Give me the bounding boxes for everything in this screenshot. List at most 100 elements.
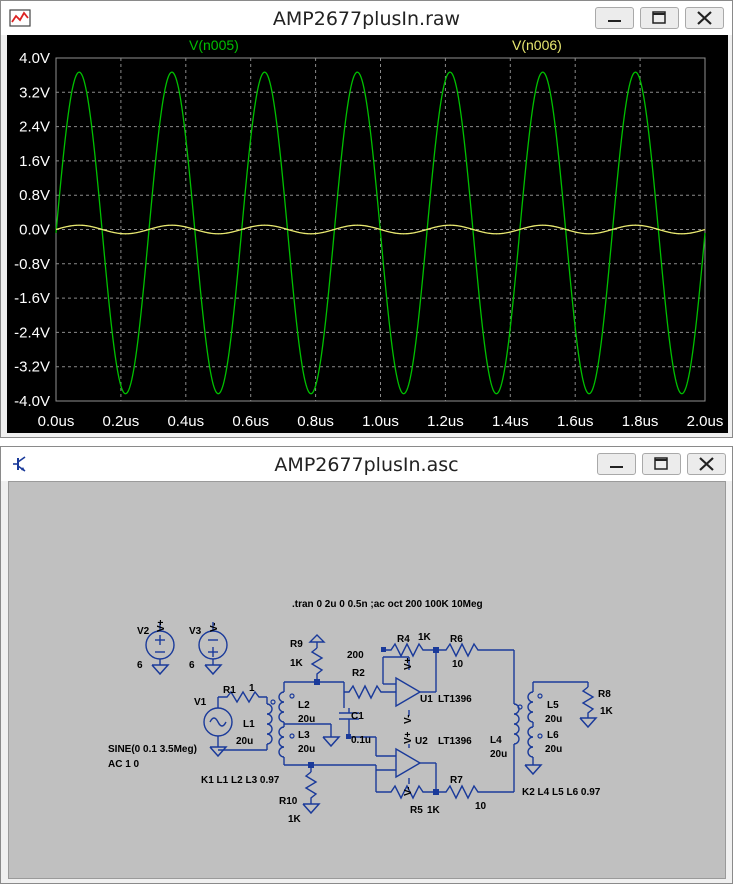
x-tick-label: 0.0us [38, 413, 75, 430]
sim-directive[interactable]: .tran 0 2u 0 0.5n ;ac oct 200 100K 10Meg [292, 599, 483, 610]
x-tick-label: 0.6us [232, 413, 269, 430]
plot-pane[interactable]: 0.0us 0.2us 0.4us 0.6us 0.8us 1.0us 1.2us 1.4us… [7, 35, 728, 433]
y-tick-label: -2.4V [14, 324, 50, 341]
y-tick-label: -0.8V [14, 256, 50, 273]
waveform-chart[interactable]: 0.0us 0.2us 0.4us 0.6us 0.8us 1.0us 1.2us 1.4us… [7, 35, 728, 433]
waveform-window[interactable]: AMP2677plusIn.raw 0.0us 0.2us 0.4us 0.6us 0.… [0, 0, 733, 438]
label-u2-model: LT1396 [438, 736, 472, 747]
label-l2-value: 20u [298, 714, 315, 725]
label-l4-value: 20u [490, 749, 507, 760]
y-tick-label: -3.2V [14, 359, 50, 376]
label-c1: C1 [351, 711, 364, 722]
r7-resistor[interactable] [436, 784, 514, 800]
maximize-icon [652, 11, 666, 24]
schematic-canvas[interactable]: .tran 0 2u 0 0.5n ;ac oct 200 100K 10Meg… [8, 481, 726, 879]
label-v3-value: 6 [189, 660, 195, 671]
y-tick-label: 2.4V [19, 119, 50, 136]
x-tick-label: 2.0us [687, 413, 724, 430]
y-tick-label: 0.8V [19, 187, 50, 204]
y-tick-label: 1.6V [19, 153, 50, 170]
label-l6: L6 [547, 730, 559, 741]
r4-resistor[interactable] [383, 642, 436, 658]
label-u1-vplus: V+ [403, 657, 414, 670]
label-u2: U2 [415, 736, 428, 747]
label-v1: V1 [194, 697, 207, 708]
label-r5: R5 [410, 805, 423, 816]
maximize-icon [654, 457, 668, 470]
close-icon [699, 457, 714, 471]
close-icon [697, 11, 712, 25]
label-v3-vminus: V- [209, 623, 220, 632]
label-u2-vminus: V- [403, 787, 414, 796]
label-r1: R1 [223, 685, 236, 696]
label-r5-value: 1K [427, 805, 441, 816]
r2-resistor[interactable] [344, 684, 396, 700]
label-r2: R2 [352, 668, 365, 679]
label-v2-value: 6 [137, 660, 143, 671]
label-ac-spec: AC 1 0 [108, 759, 140, 770]
label-l1-value: 20u [236, 736, 253, 747]
label-sine-spec: SINE(0 0.1 3.5Meg) [108, 744, 197, 755]
y-tick-label: -1.6V [14, 290, 50, 307]
x-tick-label: 1.2us [427, 413, 464, 430]
label-l2: L2 [298, 700, 310, 711]
l4-inductor[interactable] [513, 650, 520, 792]
y-tick-label: -4.0V [14, 393, 50, 410]
label-u1: U1 [420, 694, 433, 705]
r10-resistor[interactable] [302, 765, 320, 814]
label-r4-value: 1K [418, 632, 432, 643]
label-r7-value: 10 [475, 801, 487, 812]
label-u1-model: LT1396 [438, 694, 472, 705]
x-tick-label: 1.6us [557, 413, 594, 430]
maximize-button[interactable] [642, 453, 681, 475]
minimize-button[interactable] [595, 7, 634, 29]
schematic-window[interactable]: AMP2677plusIn.asc .tran 0 2u 0 0.5n ;ac … [0, 446, 733, 884]
r6-resistor[interactable] [436, 642, 514, 658]
label-r8-value: 1K [600, 706, 614, 717]
x-tick-label: 1.4us [492, 413, 529, 430]
x-tick-label: 0.8us [297, 413, 334, 430]
y-tick-label: 4.0V [19, 50, 50, 67]
label-v3: V3 [189, 626, 202, 637]
label-l5: L5 [547, 700, 559, 711]
label-r7: R7 [450, 775, 463, 786]
label-r9-value: 1K [290, 658, 304, 669]
label-l3-value: 20u [298, 744, 315, 755]
label-k2: K2 L4 L5 L6 0.97 [522, 787, 601, 798]
x-tick-label: 1.8us [622, 413, 659, 430]
schematic-drawing[interactable]: .tran 0 2u 0 0.5n ;ac oct 200 100K 10Meg… [9, 482, 725, 878]
x-tick-label: 1.0us [362, 413, 399, 430]
trace-label-vn005[interactable]: V(n005) [189, 37, 239, 53]
label-r4: R4 [397, 634, 410, 645]
label-r2-value: 200 [347, 650, 364, 661]
l5-l6-inductors[interactable] [524, 681, 588, 775]
minimize-button[interactable] [597, 453, 636, 475]
trace-label-vn006[interactable]: V(n006) [512, 37, 562, 53]
maximize-button[interactable] [640, 7, 679, 29]
label-l1: L1 [243, 719, 255, 730]
label-l4: L4 [490, 735, 502, 746]
label-v2-vplus: V+ [156, 619, 167, 632]
close-button[interactable] [687, 453, 726, 475]
x-tick-label: 0.2us [103, 413, 140, 430]
v1-source[interactable] [203, 697, 233, 757]
schematic-window-titlebar[interactable]: AMP2677plusIn.asc [1, 447, 732, 481]
label-l5-value: 20u [545, 714, 562, 725]
waveform-window-titlebar[interactable]: AMP2677plusIn.raw [1, 1, 732, 35]
label-r6-value: 10 [452, 659, 464, 670]
close-button[interactable] [685, 7, 724, 29]
r9-resistor[interactable] [308, 634, 326, 682]
label-u1-vminus: V- [403, 715, 414, 724]
r8-resistor[interactable] [579, 682, 597, 728]
label-r10: R10 [279, 796, 298, 807]
label-r1-value: 1 [249, 683, 255, 694]
label-r6: R6 [450, 634, 463, 645]
label-r10-value: 1K [288, 814, 302, 825]
label-r9: R9 [290, 639, 303, 650]
y-tick-label: 0.0V [19, 222, 50, 239]
label-k1: K1 L1 L2 L3 0.97 [201, 775, 280, 786]
label-c1-value: 0.1u [351, 735, 371, 746]
label-l6-value: 20u [545, 744, 562, 755]
minimize-icon [610, 466, 623, 468]
label-l3: L3 [298, 730, 310, 741]
